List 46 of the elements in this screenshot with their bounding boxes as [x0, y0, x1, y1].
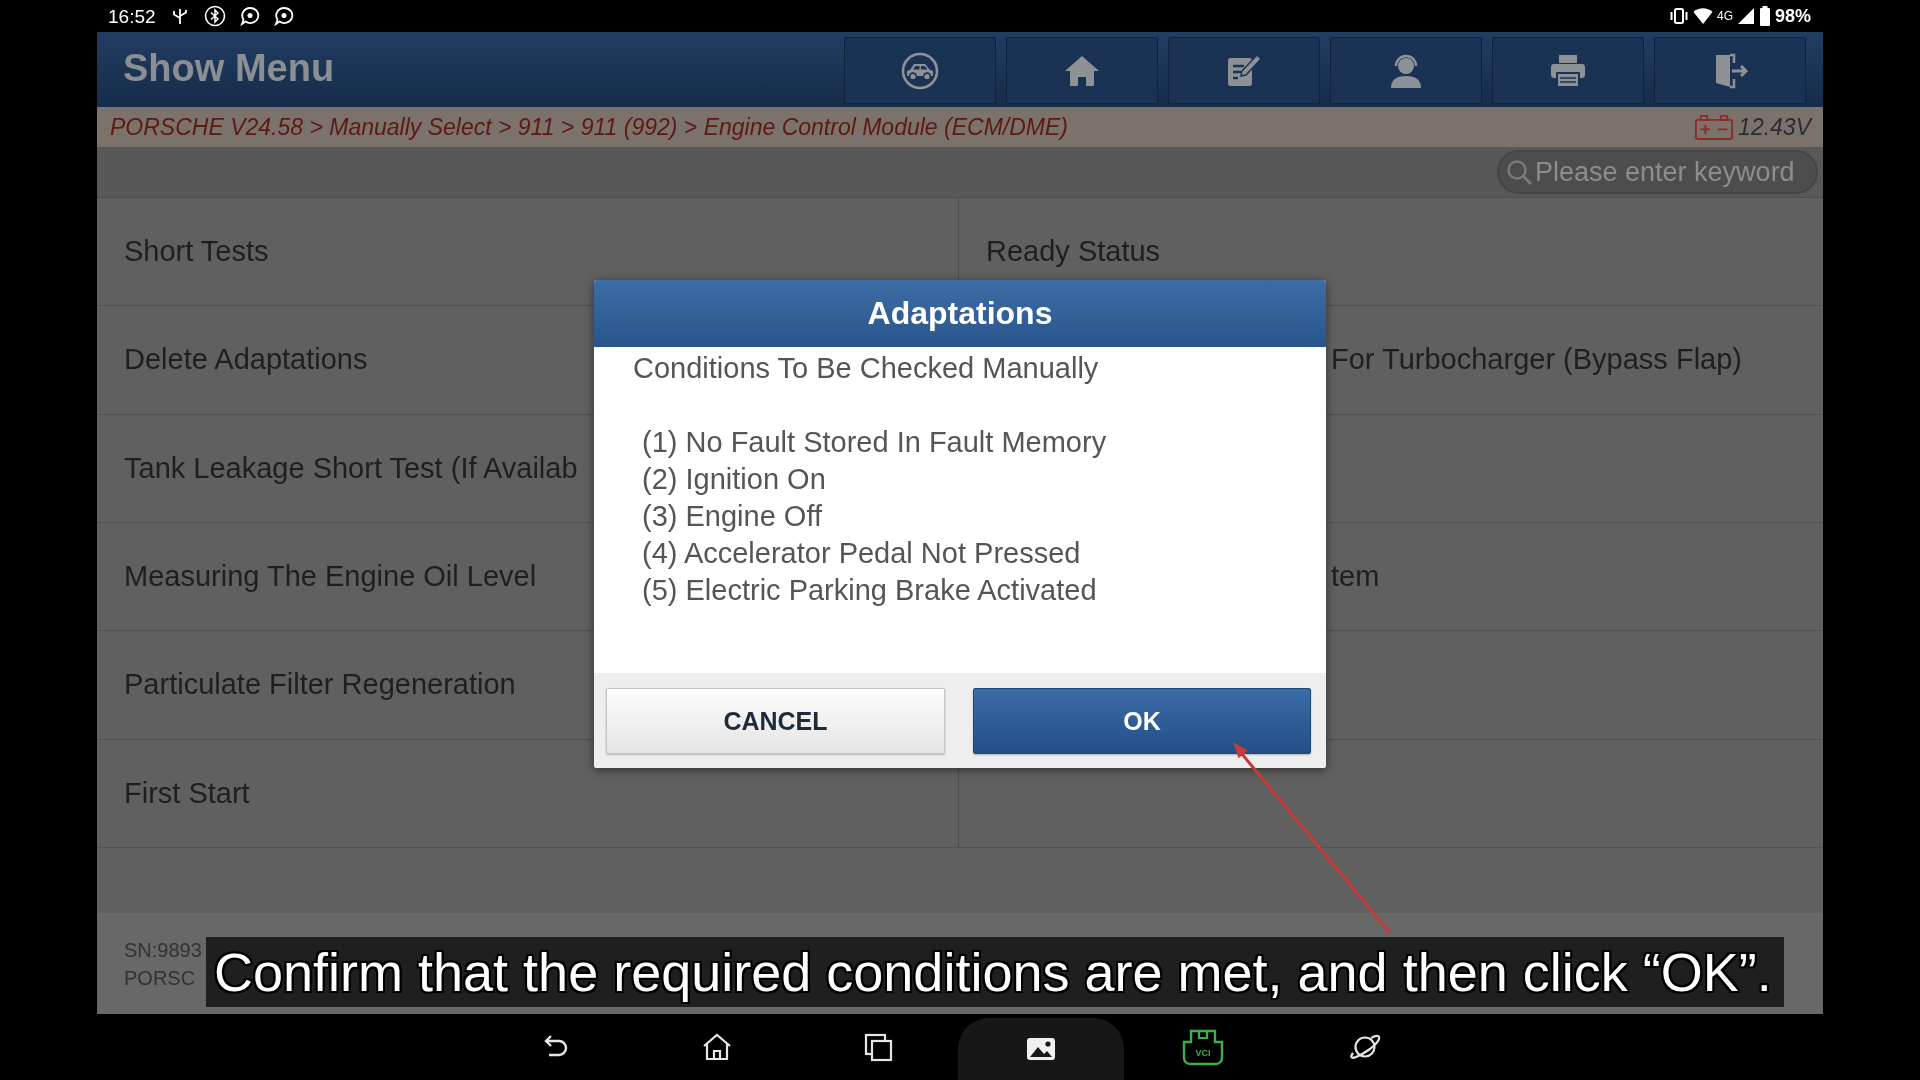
toolbar-button[interactable] — [1654, 37, 1806, 104]
bluetooth-icon — [203, 5, 226, 27]
menu-item[interactable]: Measuring The Engine Oil Level — [124, 560, 537, 594]
vci-button[interactable]: VCI — [1180, 1027, 1226, 1067]
network-type: 4G — [1716, 10, 1733, 22]
condition-item: (1) No Fault Stored In Fault Memory — [642, 425, 1108, 460]
menu-item[interactable]: For Turbocharger (Bypass Flap) — [1331, 343, 1742, 377]
battery-voltage: 12.43V — [1738, 113, 1811, 141]
menu-item[interactable]: First Start — [124, 776, 250, 810]
car-battery-icon — [1694, 113, 1735, 141]
video-caption: Confirm that the required conditions are met, and then click “OK”. — [206, 937, 1784, 1007]
condition-item: (3) Engine Off — [642, 499, 823, 534]
dialog-title: Adaptations — [867, 295, 1053, 332]
battery-level: 98% — [1774, 7, 1811, 25]
menu-item[interactable]: Ready Status — [986, 235, 1161, 269]
battery-icon — [1758, 6, 1771, 26]
toolbar-button[interactable] — [1168, 37, 1320, 104]
connector-icon — [1180, 1027, 1226, 1067]
condition-item: (4) Accelerator Pedal Not Pressed — [642, 536, 1082, 571]
chat-bubble-icon — [239, 6, 260, 26]
toolbar-button[interactable] — [1330, 37, 1482, 104]
condition-item: (5) Electric Parking Brake Activated — [642, 573, 1098, 608]
menu-item[interactable]: Particulate Filter Regeneration — [124, 668, 516, 702]
toolbar-button[interactable] — [844, 37, 996, 104]
condition-item: (2) Ignition On — [642, 462, 827, 497]
search-icon — [1505, 158, 1533, 186]
gallery-button[interactable] — [958, 1018, 1124, 1080]
toolbar-button[interactable] — [1006, 37, 1158, 104]
vibrate-icon — [1668, 7, 1689, 25]
status-time: 16:52 — [108, 6, 156, 26]
page-title: Show Menu — [123, 46, 335, 90]
breadcrumb-path: PORSCHE V24.58 > Manually Select > 911 > 911 (992) > Engine Control Module (ECM/DME) — [110, 113, 1068, 141]
cancel-button[interactable]: CANCEL — [606, 688, 945, 754]
toolbar-button[interactable] — [1492, 37, 1644, 104]
menu-item[interactable]: Tank Leakage Short Test (If Availab — [124, 451, 578, 485]
chat-bubble-icon — [273, 6, 294, 26]
menu-item[interactable]: tem — [1331, 560, 1380, 594]
car-circle-icon — [900, 50, 940, 91]
signal-icon — [1736, 7, 1755, 25]
image-icon — [1026, 1037, 1056, 1061]
menu-item[interactable]: Short Tests — [124, 235, 269, 269]
menu-item[interactable]: Delete Adaptations — [124, 343, 368, 377]
wifi-icon — [1692, 7, 1713, 25]
confirm-button[interactable]: OK — [973, 688, 1311, 754]
search-field[interactable]: Please enter keyword — [1497, 150, 1818, 194]
dialog-heading: Conditions To Be Checked Manually — [633, 351, 1100, 386]
